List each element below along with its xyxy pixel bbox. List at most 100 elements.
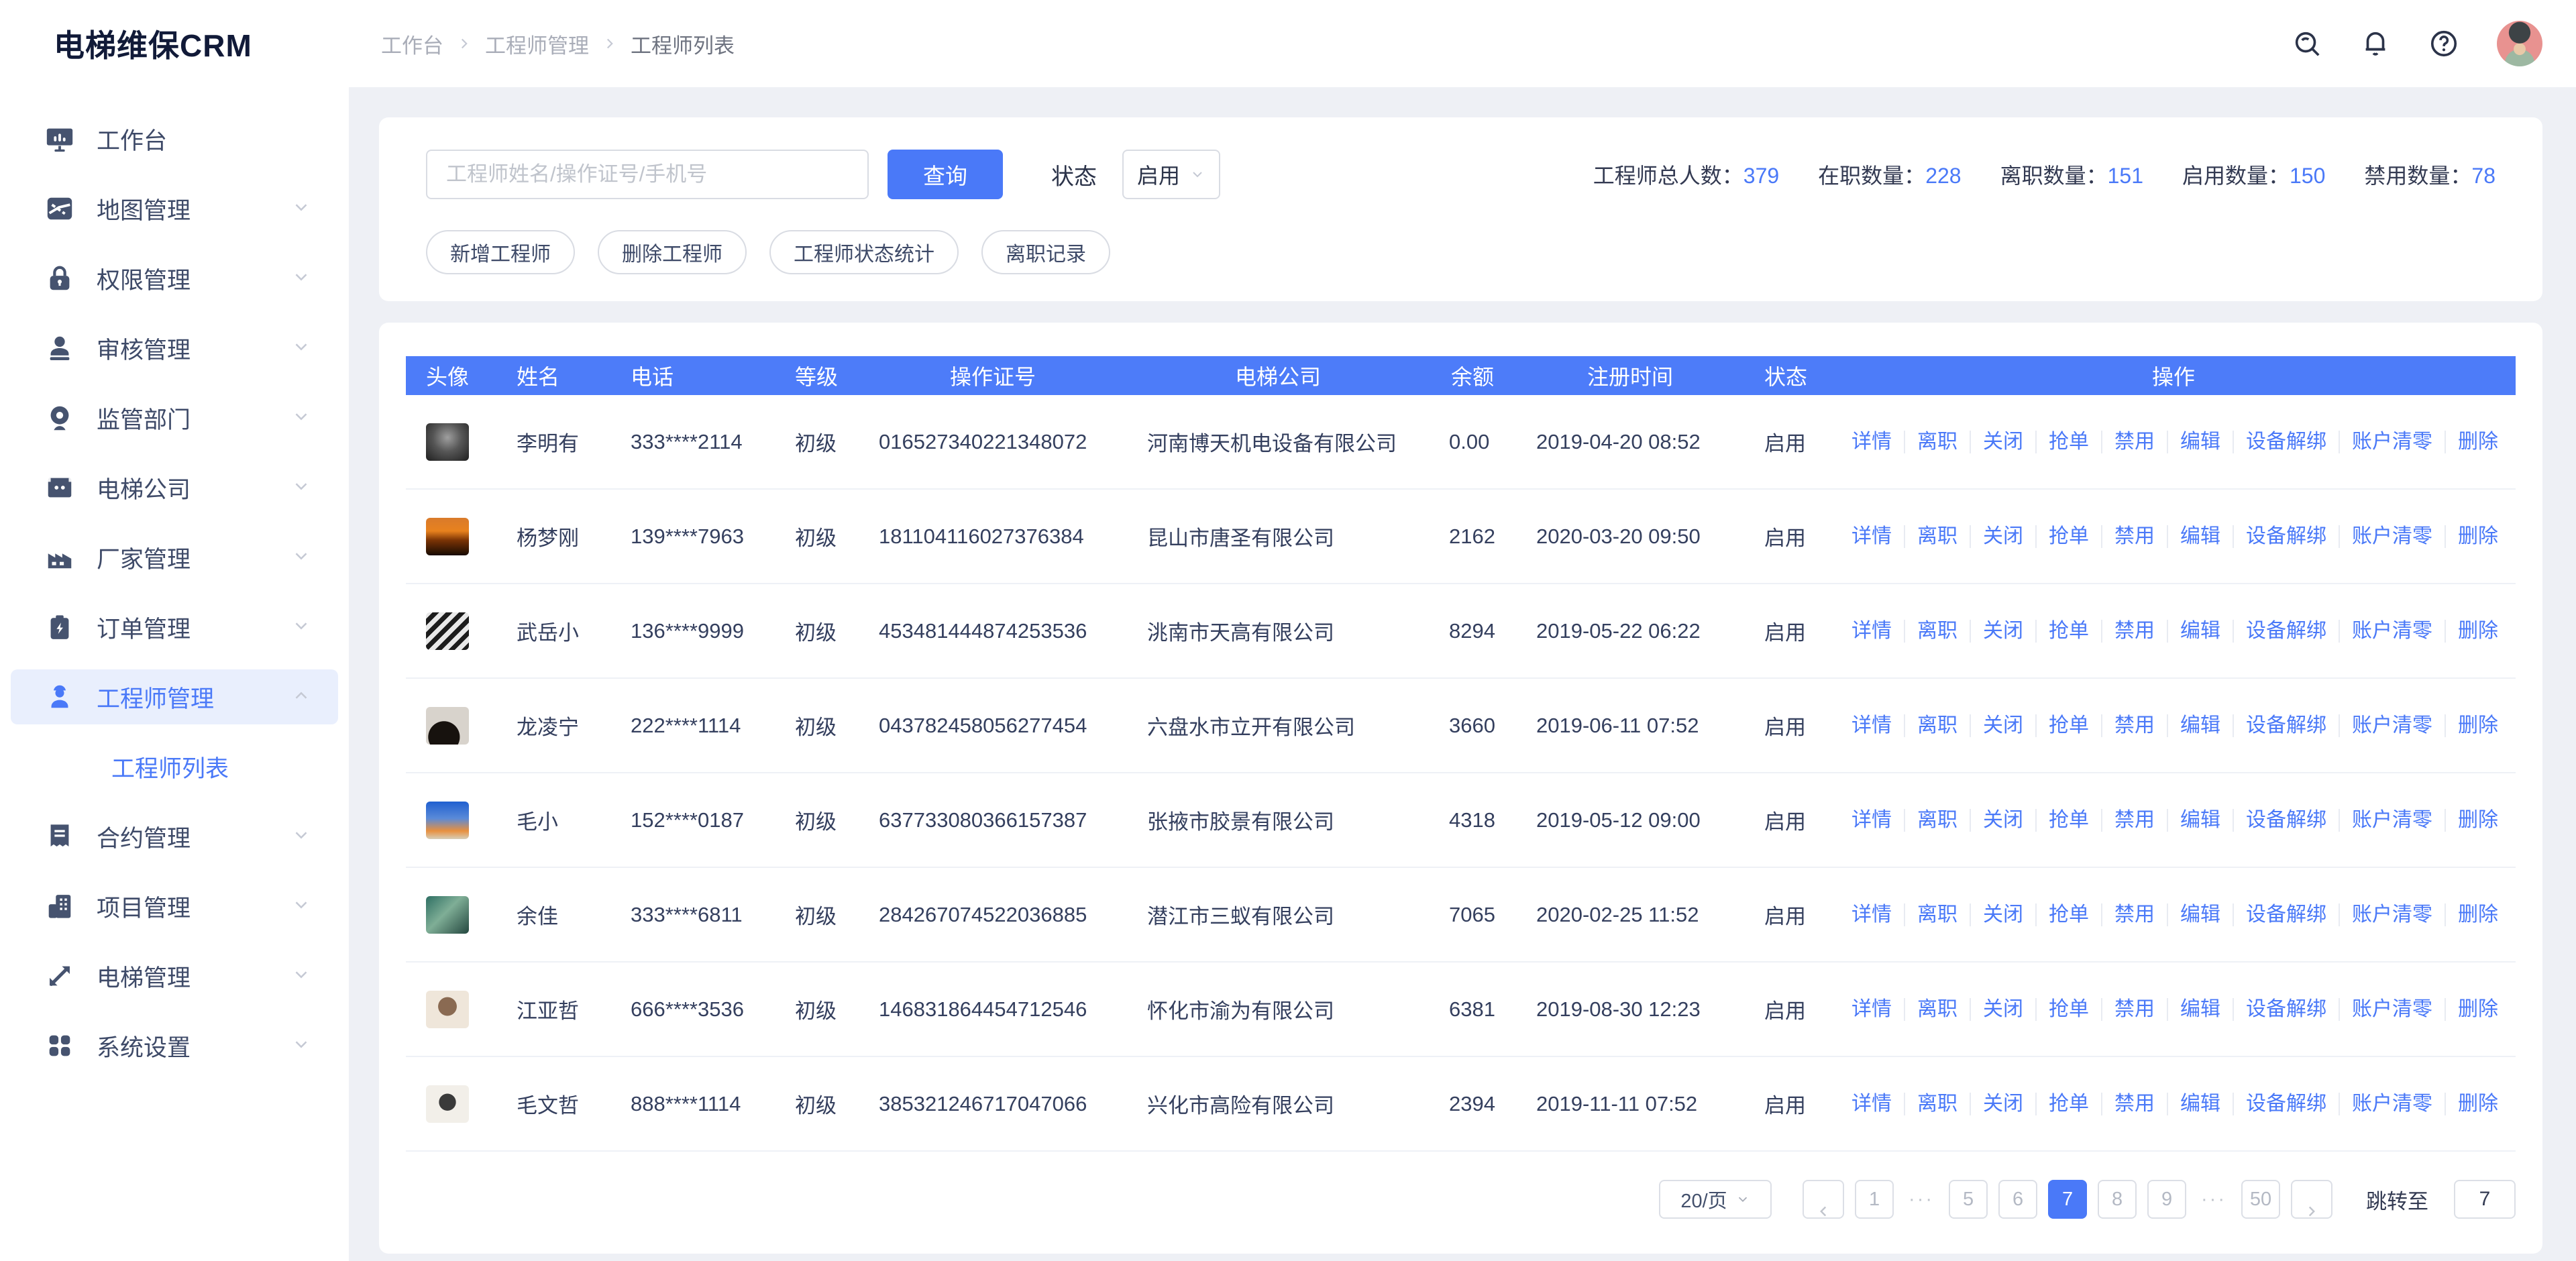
action-detail[interactable]: 详情 <box>1851 620 1904 643</box>
page-button-6[interactable]: 6 <box>1998 1180 2037 1219</box>
query-button[interactable]: 查询 <box>888 150 1003 199</box>
action-delete[interactable]: 删除 <box>2445 431 2510 453</box>
sidebar-item-manufacturer-management[interactable]: 厂家管理 <box>11 530 338 585</box>
page-button-50[interactable]: 50 <box>2241 1180 2280 1219</box>
action-clear-account[interactable]: 账户清零 <box>2339 431 2445 453</box>
action-grab-order[interactable]: 抢单 <box>2035 903 2101 926</box>
status-select[interactable]: 启用 <box>1122 150 1220 199</box>
sidebar-item-permission-management[interactable]: 权限管理 <box>11 251 338 306</box>
action-resign[interactable]: 离职 <box>1904 809 1970 832</box>
action-detail[interactable]: 详情 <box>1851 525 1904 548</box>
action-resign[interactable]: 离职 <box>1904 714 1970 737</box>
action-disable[interactable]: 禁用 <box>2101 714 2167 737</box>
delete-engineer-button[interactable]: 删除工程师 <box>598 230 747 274</box>
action-grab-order[interactable]: 抢单 <box>2035 620 2101 643</box>
sidebar-item-audit-management[interactable]: 审核管理 <box>11 321 338 376</box>
action-edit[interactable]: 编辑 <box>2167 809 2233 832</box>
bell-icon[interactable] <box>2360 28 2391 59</box>
sidebar-item-elevator-management[interactable]: 电梯管理 <box>11 948 338 1003</box>
action-clear-account[interactable]: 账户清零 <box>2339 1093 2445 1115</box>
action-detail[interactable]: 详情 <box>1851 998 1904 1021</box>
resignation-records-button[interactable]: 离职记录 <box>981 230 1110 274</box>
action-grab-order[interactable]: 抢单 <box>2035 998 2101 1021</box>
action-grab-order[interactable]: 抢单 <box>2035 1093 2101 1115</box>
page-button-1[interactable]: 1 <box>1855 1180 1894 1219</box>
sidebar-subitem-engineer-list[interactable]: 工程师列表 <box>11 739 338 794</box>
action-detail[interactable]: 详情 <box>1851 903 1904 926</box>
action-unbind-device[interactable]: 设备解绑 <box>2233 714 2339 737</box>
sidebar-item-supervision-department[interactable]: 监管部门 <box>11 390 338 445</box>
action-edit[interactable]: 编辑 <box>2167 620 2233 643</box>
sidebar-item-contract-management[interactable]: 合约管理 <box>11 809 338 864</box>
action-edit[interactable]: 编辑 <box>2167 714 2233 737</box>
add-engineer-button[interactable]: 新增工程师 <box>426 230 575 274</box>
action-close[interactable]: 关闭 <box>1970 998 2035 1021</box>
action-edit[interactable]: 编辑 <box>2167 998 2233 1021</box>
action-close[interactable]: 关闭 <box>1970 1093 2035 1115</box>
jump-to-input[interactable] <box>2454 1180 2516 1219</box>
search-icon[interactable] <box>2292 28 2322 59</box>
action-grab-order[interactable]: 抢单 <box>2035 809 2101 832</box>
sidebar-item-map-management[interactable]: 地图管理 <box>11 181 338 236</box>
action-delete[interactable]: 删除 <box>2445 620 2510 643</box>
action-resign[interactable]: 离职 <box>1904 431 1970 453</box>
action-resign[interactable]: 离职 <box>1904 903 1970 926</box>
action-detail[interactable]: 详情 <box>1851 714 1904 737</box>
engineer-status-stats-button[interactable]: 工程师状态统计 <box>769 230 959 274</box>
action-disable[interactable]: 禁用 <box>2101 1093 2167 1115</box>
action-unbind-device[interactable]: 设备解绑 <box>2233 1093 2339 1115</box>
action-disable[interactable]: 禁用 <box>2101 903 2167 926</box>
action-delete[interactable]: 删除 <box>2445 525 2510 548</box>
action-unbind-device[interactable]: 设备解绑 <box>2233 525 2339 548</box>
action-clear-account[interactable]: 账户清零 <box>2339 903 2445 926</box>
action-close[interactable]: 关闭 <box>1970 714 2035 737</box>
action-unbind-device[interactable]: 设备解绑 <box>2233 903 2339 926</box>
action-disable[interactable]: 禁用 <box>2101 620 2167 643</box>
action-detail[interactable]: 详情 <box>1851 1093 1904 1115</box>
breadcrumb-item[interactable]: 工作台 <box>381 29 443 59</box>
breadcrumb-item[interactable]: 工程师管理 <box>485 29 589 59</box>
action-close[interactable]: 关闭 <box>1970 809 2035 832</box>
action-resign[interactable]: 离职 <box>1904 998 1970 1021</box>
action-disable[interactable]: 禁用 <box>2101 998 2167 1021</box>
action-resign[interactable]: 离职 <box>1904 620 1970 643</box>
sidebar-item-project-management[interactable]: 项目管理 <box>11 879 338 934</box>
action-clear-account[interactable]: 账户清零 <box>2339 809 2445 832</box>
sidebar-item-order-management[interactable]: 订单管理 <box>11 600 338 655</box>
action-edit[interactable]: 编辑 <box>2167 1093 2233 1115</box>
action-delete[interactable]: 删除 <box>2445 714 2510 737</box>
page-size-select[interactable]: 20/页 <box>1659 1180 1772 1219</box>
action-disable[interactable]: 禁用 <box>2101 431 2167 453</box>
action-detail[interactable]: 详情 <box>1851 431 1904 453</box>
next-page-button[interactable] <box>2291 1180 2332 1219</box>
page-button-5[interactable]: 5 <box>1949 1180 1988 1219</box>
page-button-9[interactable]: 9 <box>2147 1180 2186 1219</box>
action-clear-account[interactable]: 账户清零 <box>2339 714 2445 737</box>
action-resign[interactable]: 离职 <box>1904 525 1970 548</box>
sidebar-item-system-settings[interactable]: 系统设置 <box>11 1018 338 1073</box>
action-unbind-device[interactable]: 设备解绑 <box>2233 431 2339 453</box>
action-delete[interactable]: 删除 <box>2445 998 2510 1021</box>
action-unbind-device[interactable]: 设备解绑 <box>2233 809 2339 832</box>
prev-page-button[interactable] <box>1803 1180 1844 1219</box>
sidebar-item-engineer-management[interactable]: 工程师管理 <box>11 669 338 724</box>
sidebar-item-elevator-company[interactable]: 电梯公司 <box>11 460 338 515</box>
action-close[interactable]: 关闭 <box>1970 431 2035 453</box>
page-button-8[interactable]: 8 <box>2098 1180 2137 1219</box>
action-close[interactable]: 关闭 <box>1970 525 2035 548</box>
action-delete[interactable]: 删除 <box>2445 903 2510 926</box>
action-grab-order[interactable]: 抢单 <box>2035 525 2101 548</box>
action-clear-account[interactable]: 账户清零 <box>2339 525 2445 548</box>
action-edit[interactable]: 编辑 <box>2167 903 2233 926</box>
user-avatar[interactable] <box>2497 21 2542 66</box>
action-grab-order[interactable]: 抢单 <box>2035 431 2101 453</box>
action-clear-account[interactable]: 账户清零 <box>2339 620 2445 643</box>
action-disable[interactable]: 禁用 <box>2101 525 2167 548</box>
action-close[interactable]: 关闭 <box>1970 903 2035 926</box>
action-delete[interactable]: 删除 <box>2445 809 2510 832</box>
action-resign[interactable]: 离职 <box>1904 1093 1970 1115</box>
action-grab-order[interactable]: 抢单 <box>2035 714 2101 737</box>
action-close[interactable]: 关闭 <box>1970 620 2035 643</box>
search-input[interactable] <box>426 150 869 199</box>
action-disable[interactable]: 禁用 <box>2101 809 2167 832</box>
